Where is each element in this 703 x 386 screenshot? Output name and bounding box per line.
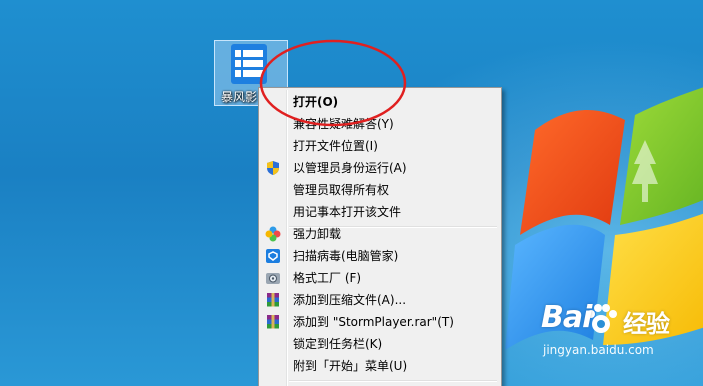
menu-item-label: 添加到压缩文件(A)... — [293, 293, 407, 307]
menu-item-label: 附到「开始」菜单(U) — [293, 359, 408, 373]
menu-item-label: 扫描病毒(电脑管家) — [293, 249, 399, 263]
menu-item-compat-troubleshoot[interactable]: 兼容性疑难解答(Y) — [261, 113, 499, 135]
menu-item-open-file-location[interactable]: 打开文件位置(I) — [261, 135, 499, 157]
menu-separator — [289, 380, 497, 382]
uac-shield-icon — [265, 160, 281, 176]
menu-item-open[interactable]: 打开(O) — [261, 91, 499, 113]
winrar-icon — [265, 292, 281, 308]
menu-item-pin-to-taskbar[interactable]: 锁定到任务栏(K) — [261, 333, 499, 355]
menu-item-label: 锁定到任务栏(K) — [293, 337, 383, 351]
menu-item-label: 打开文件位置(I) — [293, 139, 378, 153]
winrar-icon — [265, 314, 281, 330]
menu-item-add-to-stormplayer-rar[interactable]: 添加到 "StormPlayer.rar"(T) — [261, 311, 499, 333]
menu-item-open-with-notepad[interactable]: 用记事本打开该文件 — [261, 201, 499, 223]
watermark-brand-cn: 经验 — [623, 310, 670, 338]
menu-item-take-ownership[interactable]: 管理员取得所有权 — [261, 179, 499, 201]
menu-item-format-factory[interactable]: 格式工厂 (F) — [261, 267, 499, 289]
menu-item-run-as-admin[interactable]: 以管理员身份运行(A) — [261, 157, 499, 179]
desktop-background: 暴风影 打开(O) 兼容性疑难解答(Y) 打开文件位置(I) 以管理员身份运行(… — [0, 0, 703, 386]
storm-player-icon — [231, 44, 267, 84]
menu-item-pin-to-start[interactable]: 附到「开始」菜单(U) — [261, 355, 499, 377]
menu-item-label: 添加到 "StormPlayer.rar"(T) — [293, 315, 454, 329]
pc-manager-shield-icon — [265, 248, 281, 264]
context-menu: 打开(O) 兼容性疑难解答(Y) 打开文件位置(I) 以管理员身份运行(A) 管… — [258, 87, 502, 386]
menu-item-label: 用记事本打开该文件 — [293, 205, 402, 219]
menu-item-label: 兼容性疑难解答(Y) — [293, 117, 394, 131]
menu-item-force-uninstall[interactable]: 强力卸载 — [261, 223, 499, 245]
desktop-icon-label: 暴风影 — [221, 90, 258, 104]
uninstall-flower-icon — [265, 226, 281, 242]
menu-item-label: 格式工厂 (F) — [293, 271, 362, 285]
menu-item-label: 以管理员身份运行(A) — [293, 161, 407, 175]
watermark-brand: Bai — [541, 300, 592, 335]
baidu-jingyan-watermark: Bai 经验 jingyan.baidu.com — [535, 300, 703, 386]
tree-icon — [632, 140, 658, 202]
watermark-url: jingyan.baidu.com — [543, 343, 654, 357]
menu-item-scan-virus[interactable]: 扫描病毒(电脑管家) — [261, 245, 499, 267]
menu-item-add-to-archive[interactable]: 添加到压缩文件(A)... — [261, 289, 499, 311]
menu-item-label: 管理员取得所有权 — [293, 183, 390, 197]
menu-item-label: 打开(O) — [293, 95, 339, 109]
menu-item-label: 强力卸载 — [293, 227, 342, 241]
format-factory-icon — [265, 270, 281, 286]
